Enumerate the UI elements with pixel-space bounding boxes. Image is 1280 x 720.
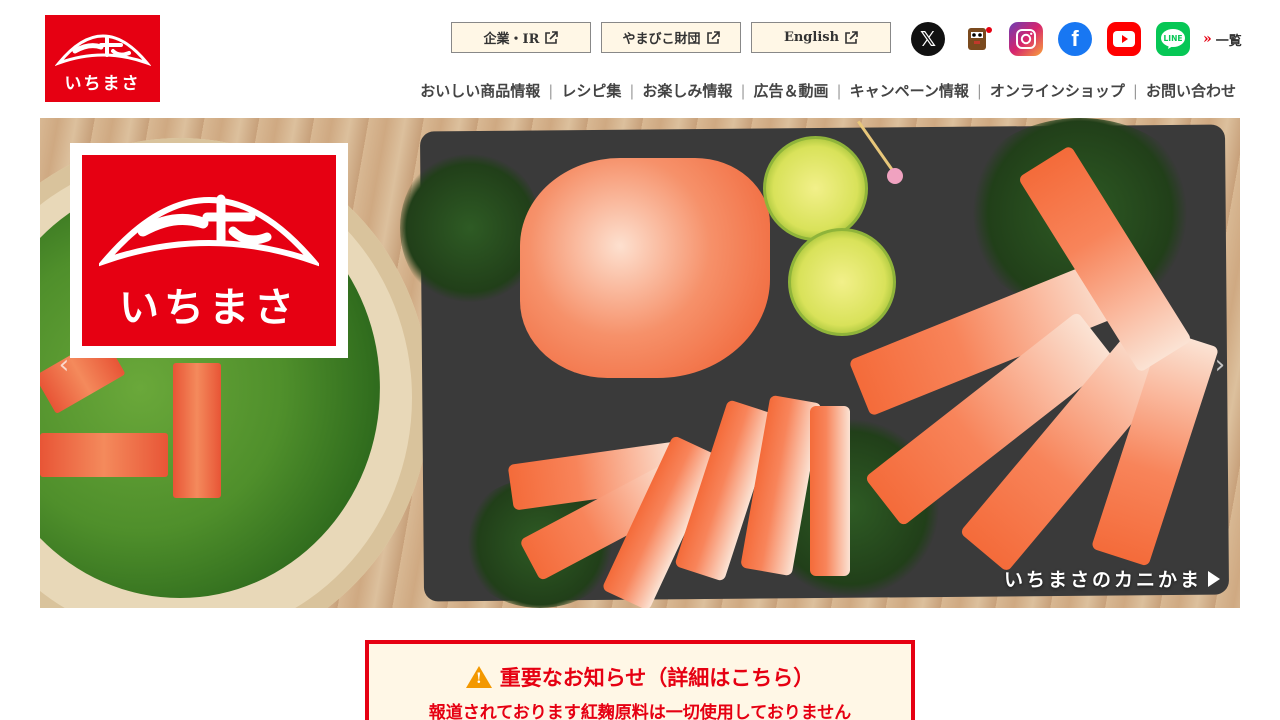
double-chevron-right-icon: » <box>1203 31 1212 47</box>
nav-separator: | <box>548 81 554 100</box>
mascot-icon[interactable] <box>960 22 994 56</box>
logo-fan-icon <box>99 194 319 266</box>
corporate-ir-button[interactable]: 企業・IR <box>451 22 591 53</box>
nav-separator: | <box>1132 81 1138 100</box>
instagram-icon[interactable] <box>1009 22 1043 56</box>
crab-stick-image <box>40 433 168 477</box>
crab-stick-image <box>810 406 850 576</box>
nav-separator: | <box>740 81 746 100</box>
hero-brand-logo: いちまさ <box>70 143 348 358</box>
play-triangle-icon <box>1208 570 1220 587</box>
external-link-icon <box>706 30 720 44</box>
youtube-icon[interactable] <box>1107 22 1141 56</box>
notice-title: 重要なお知らせ（詳細はこちら） <box>499 665 815 690</box>
nav-item-recipes[interactable]: レシピ集 <box>561 80 621 101</box>
external-link-icon <box>545 30 559 44</box>
slider-next-arrow-icon[interactable]: › <box>1210 350 1230 380</box>
nav-item-products[interactable]: おいしい商品情報 <box>420 80 540 101</box>
nav-separator: | <box>976 81 982 100</box>
nav-item-ads-videos[interactable]: 広告＆動画 <box>754 80 829 101</box>
line-icon[interactable]: LINE <box>1156 22 1190 56</box>
hero-slider[interactable]: いちまさ ‹ › いちまさのカニかま <box>40 118 1240 608</box>
nav-item-online-shop[interactable]: オンラインショップ <box>990 80 1125 101</box>
facebook-icon[interactable]: f <box>1058 22 1092 56</box>
x-icon[interactable]: 𝕏 <box>911 22 945 56</box>
important-notice-banner[interactable]: 重要なお知らせ（詳細はこちら） 報道されております紅麹原料は一切使用しておりませ… <box>365 640 915 720</box>
site-logo[interactable]: いちまさ <box>45 15 160 102</box>
nav-item-campaigns[interactable]: キャンペーン情報 <box>850 80 969 101</box>
nav-separator: | <box>836 81 842 100</box>
cocktail-pick-ball-image <box>887 168 903 184</box>
social-links: 𝕏 f LINE » 一覧 <box>911 22 1242 56</box>
warning-icon <box>465 666 492 688</box>
nav-separator: | <box>629 81 635 100</box>
lime-slice-image <box>788 228 896 336</box>
line-icon-label: LINE <box>1164 34 1183 43</box>
lime-slice-image <box>763 136 868 241</box>
nav-item-fun[interactable]: お楽しみ情報 <box>642 80 732 101</box>
english-button[interactable]: English <box>751 22 891 53</box>
social-list-label: 一覧 <box>1215 33 1242 49</box>
main-nav: おいしい商品情報 | レシピ集 | お楽しみ情報 | 広告＆動画 | キャンペー… <box>420 80 1236 101</box>
social-list-link[interactable]: » 一覧 <box>1203 30 1242 49</box>
notice-title-row: 重要なお知らせ（詳細はこちら） <box>369 662 911 692</box>
notice-subtitle: 報道されております紅麹原料は一切使用しておりません <box>428 703 852 720</box>
fern-garnish-image <box>400 148 540 308</box>
logo-text: いちまさ <box>64 74 141 94</box>
top-link-buttons: 企業・IR やまびこ財団 English <box>451 22 891 53</box>
shredded-crab-image <box>520 158 770 378</box>
yamabiko-foundation-button[interactable]: やまびこ財団 <box>601 22 741 53</box>
logo-fan-icon <box>54 23 151 67</box>
english-label: English <box>783 30 840 45</box>
yamabiko-foundation-label: やまびこ財団 <box>622 32 701 47</box>
hero-logo-text: いちまさ <box>119 284 299 331</box>
hero-caption-text: いちまさのカニかま <box>1003 569 1202 591</box>
slider-prev-arrow-icon[interactable]: ‹ <box>54 350 74 380</box>
corporate-ir-label: 企業・IR <box>483 32 540 47</box>
hero-caption-link[interactable]: いちまさのカニかま <box>1004 565 1220 592</box>
external-link-icon <box>845 30 858 44</box>
nav-item-contact[interactable]: お問い合わせ <box>1146 80 1236 101</box>
crab-stick-image <box>173 363 221 498</box>
